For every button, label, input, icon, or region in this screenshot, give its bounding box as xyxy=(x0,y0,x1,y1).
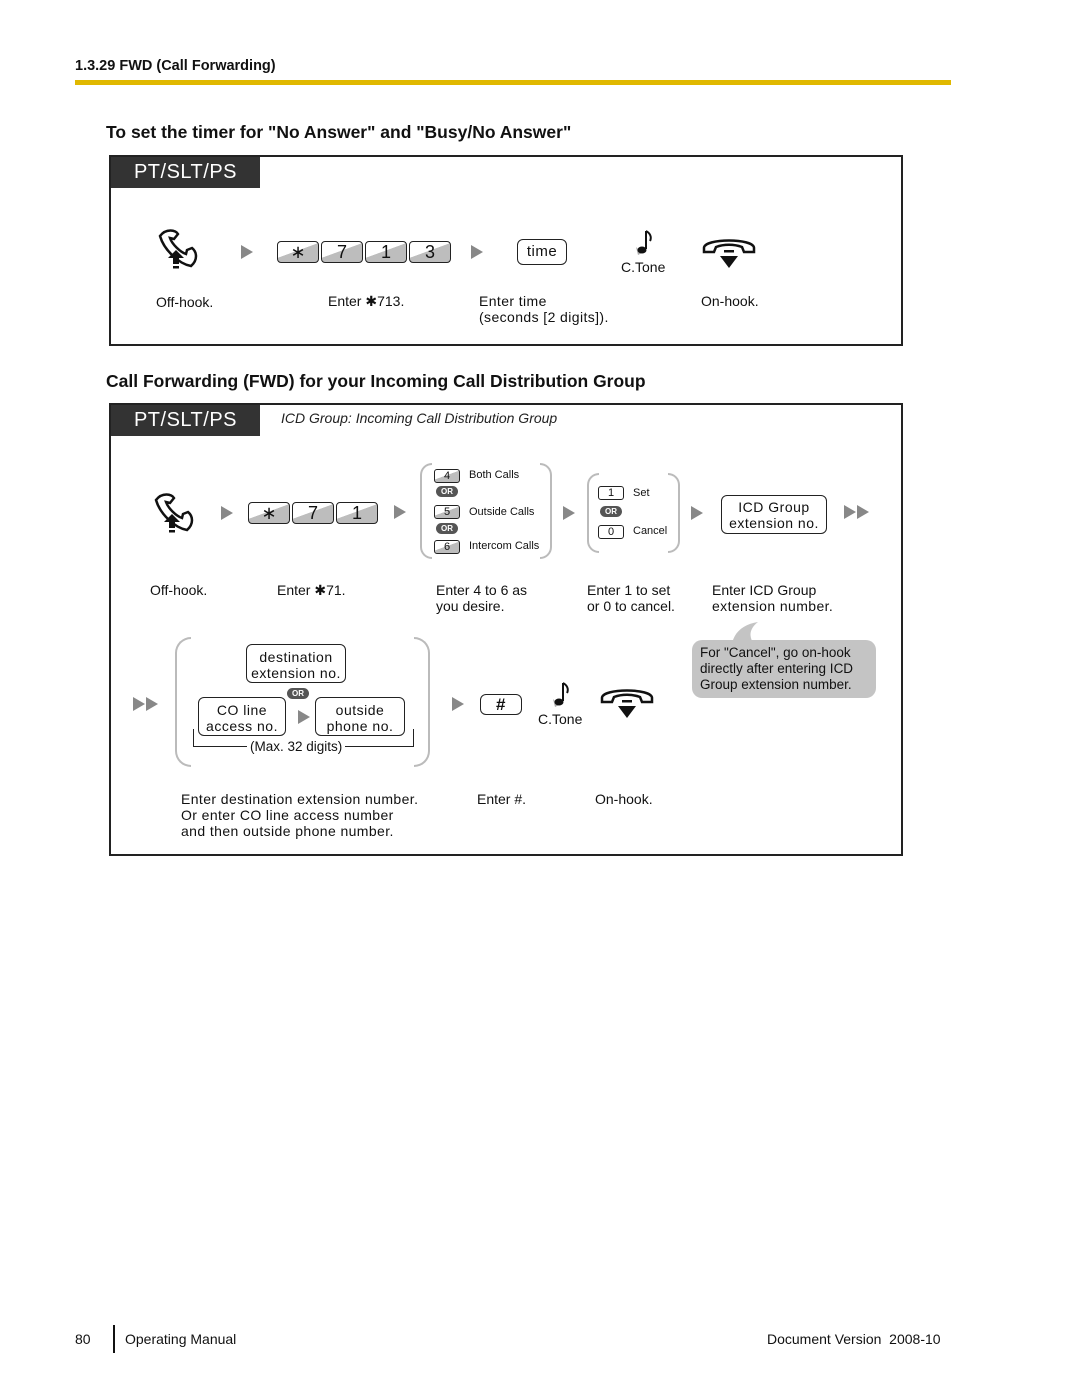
tone-label: C.Tone xyxy=(621,259,666,275)
right-arrow-icon xyxy=(691,506,703,520)
outside-box-line1: outside xyxy=(335,702,385,718)
caption-enter-1-0: Enter 1 to set xyxy=(587,582,671,598)
caption-enter-1-0-cont: or 0 to cancel. xyxy=(587,598,675,614)
header-rule xyxy=(75,80,951,85)
confirmation-tone-icon xyxy=(636,230,652,255)
option-intercom-calls: Intercom Calls xyxy=(469,540,540,552)
right-arrow-icon xyxy=(298,710,310,724)
key-6: 6 xyxy=(434,540,460,554)
caption-enter-destination-2: Or enter CO line access number xyxy=(181,807,394,823)
group-paren-left xyxy=(587,473,599,553)
device-tag: PT/SLT/PS xyxy=(111,405,260,436)
caption-onhook: On-hook. xyxy=(595,791,653,807)
key-1: 1 xyxy=(598,486,624,500)
key-7: 7 xyxy=(292,502,334,524)
option-outside-calls: Outside Calls xyxy=(469,506,535,518)
hash-key: # xyxy=(480,694,522,715)
icd-group-extension-box: ICD Group extension no. xyxy=(721,495,827,534)
caption-enter-4-6: Enter 4 to 6 as xyxy=(436,582,528,598)
caption-enter-4-6-cont: you desire. xyxy=(436,598,505,614)
or-badge: OR xyxy=(436,523,458,534)
caption-enter-destination: Enter destination extension number. xyxy=(181,791,419,807)
caption-enter-icd: Enter ICD Group xyxy=(712,582,817,598)
co-box-line1: CO line xyxy=(216,702,268,718)
bubble-line2: directly after entering ICD xyxy=(700,661,854,676)
onhook-phone-icon xyxy=(600,689,654,718)
continue-arrow-icon xyxy=(844,505,869,519)
caption-enter-code: Enter ✱713. xyxy=(328,293,405,309)
document-version: Document Version 2008-10 xyxy=(767,1331,941,1347)
offhook-phone-icon xyxy=(154,493,194,533)
dial-keys: ∗ 7 1 3 xyxy=(277,241,453,263)
footer-divider xyxy=(113,1325,115,1353)
key-star: ∗ xyxy=(277,241,319,263)
right-arrow-icon xyxy=(221,506,233,520)
or-badge: OR xyxy=(600,506,622,517)
onhook-phone-icon xyxy=(702,239,756,268)
key-star: ∗ xyxy=(248,502,290,524)
key-5: 5 xyxy=(434,505,460,519)
offhook-phone-icon xyxy=(158,229,198,269)
right-arrow-icon xyxy=(394,505,406,519)
caption-enter-code: Enter ✱71. xyxy=(277,582,346,598)
caption-onhook: On-hook. xyxy=(701,293,759,309)
caption-offhook: Off-hook. xyxy=(150,582,208,598)
key-1: 1 xyxy=(365,241,407,263)
key-4: 4 xyxy=(434,469,460,483)
or-badge: OR xyxy=(287,688,309,699)
right-arrow-icon xyxy=(563,506,575,520)
option-set: Set xyxy=(633,487,650,499)
group-paren-right xyxy=(668,473,680,553)
key-3: 3 xyxy=(409,241,451,263)
caption-enter-icd-cont: extension number. xyxy=(712,598,834,614)
key-7: 7 xyxy=(321,241,363,263)
icd-definition-note: ICD Group: Incoming Call Distribution Gr… xyxy=(281,410,558,426)
group-paren-left xyxy=(175,637,191,767)
cancel-note-bubble: For "Cancel", go on-hook directly after … xyxy=(692,640,876,698)
caption-enter-hash: Enter #. xyxy=(477,791,527,807)
manual-name: Operating Manual xyxy=(125,1331,237,1347)
caption-enter-destination-3: and then outside phone number. xyxy=(181,823,394,839)
caption-offhook: Off-hook. xyxy=(156,294,214,310)
icd-box-line1: ICD Group xyxy=(738,499,810,515)
dest-box-line2: extension no. xyxy=(251,665,341,681)
right-arrow-icon xyxy=(452,697,464,711)
or-badge: OR xyxy=(436,486,458,497)
section2-title: Call Forwarding (FWD) for your Incoming … xyxy=(106,371,646,391)
right-arrow-icon xyxy=(241,245,253,259)
section-header: 1.3.29 FWD (Call Forwarding) xyxy=(75,58,276,74)
time-input-box: time xyxy=(517,239,567,265)
destination-extension-box: destination extension no. xyxy=(246,644,346,683)
option-cancel: Cancel xyxy=(633,525,668,537)
confirmation-tone-icon xyxy=(553,682,569,707)
dial-keys: ∗ 7 1 xyxy=(248,502,380,524)
group-paren-right xyxy=(414,637,430,767)
group-paren-right xyxy=(540,463,552,559)
key-0: 0 xyxy=(598,525,624,539)
section1-title: To set the timer for "No Answer" and "Bu… xyxy=(106,122,572,142)
page-number: 80 xyxy=(75,1331,91,1347)
device-tag: PT/SLT/PS xyxy=(111,157,260,188)
option-both-calls: Both Calls xyxy=(469,469,520,481)
caption-enter-time: Enter time xyxy=(479,293,547,309)
dest-box-line1: destination xyxy=(259,649,333,665)
tone-label: C.Tone xyxy=(538,711,583,727)
continue-arrow-icon xyxy=(133,697,158,711)
bubble-line3: Group extension number. xyxy=(700,677,852,692)
caption-enter-time-detail: (seconds [2 digits]). xyxy=(479,309,609,325)
max-digits-label: (Max. 32 digits) xyxy=(247,739,346,755)
icd-box-line2: extension no. xyxy=(729,515,819,531)
group-paren-left xyxy=(420,463,432,559)
key-1: 1 xyxy=(336,502,378,524)
bubble-line1: For "Cancel", go on-hook xyxy=(700,645,851,660)
right-arrow-icon xyxy=(471,245,483,259)
